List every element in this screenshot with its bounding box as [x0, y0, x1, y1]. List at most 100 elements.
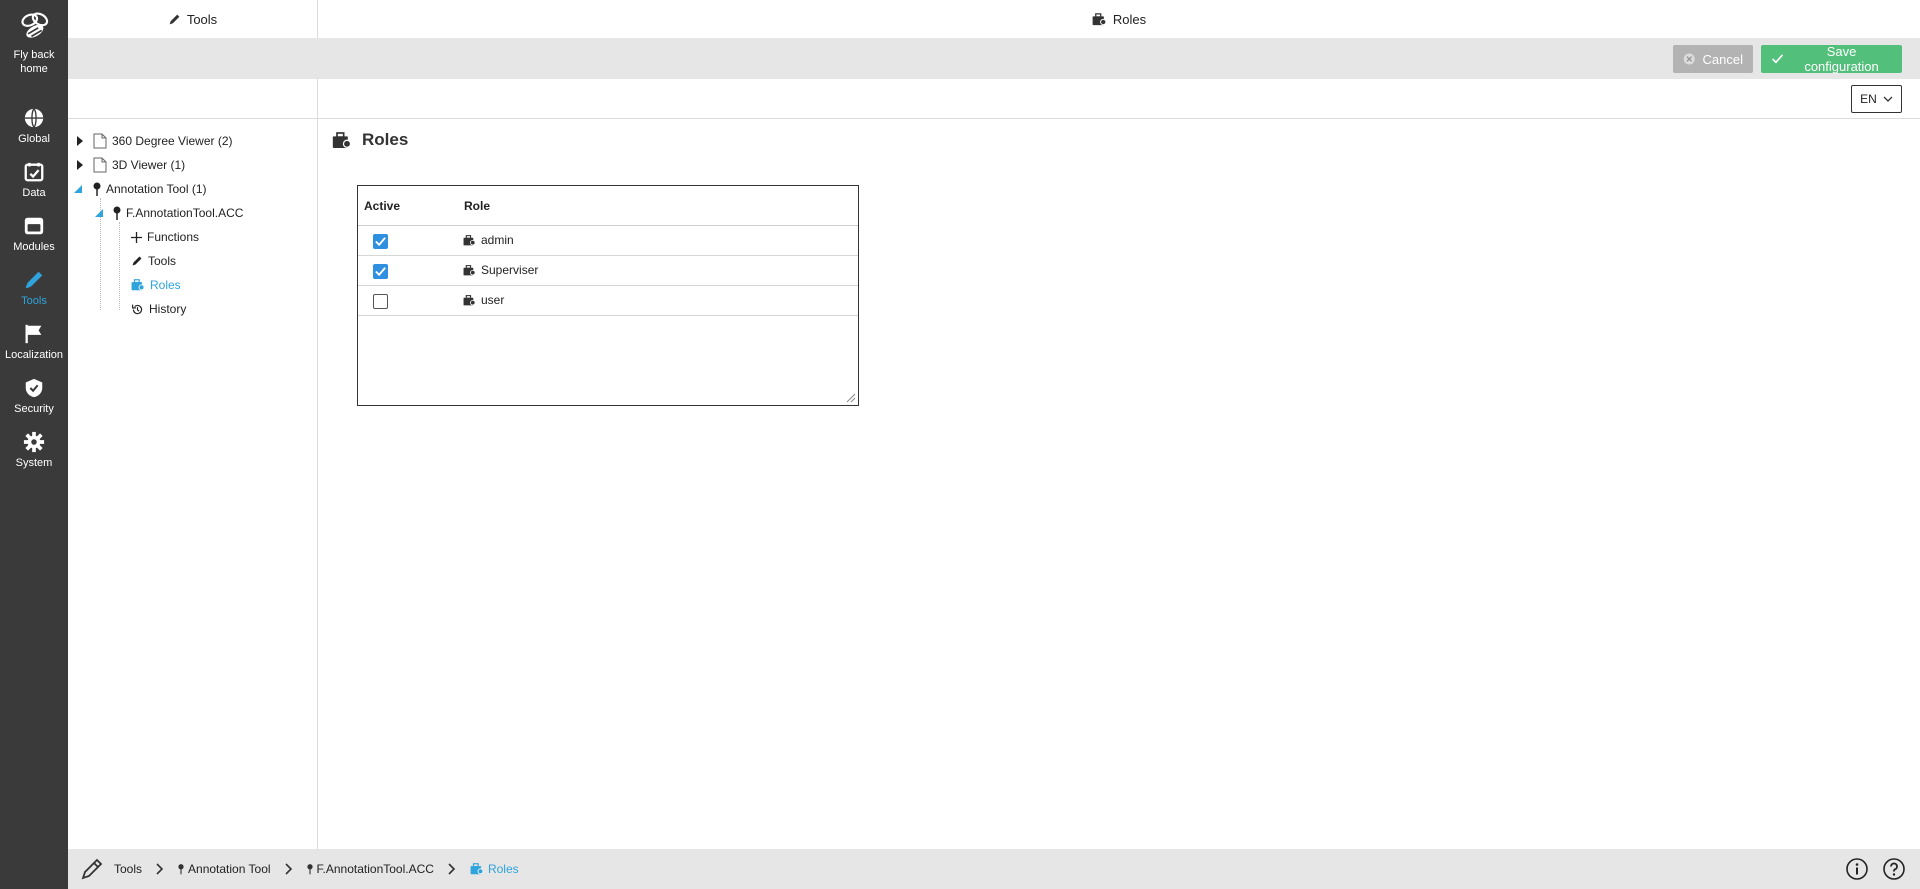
pencil-icon: [81, 858, 103, 880]
nav-item-label: Localization: [4, 349, 64, 361]
tree-item-annotation-tool[interactable]: Annotation Tool (1): [74, 179, 207, 199]
roles-icon: [1092, 12, 1107, 25]
tree-item-f-annotationtool-acc[interactable]: F.AnnotationTool.ACC: [95, 203, 243, 223]
pencil-icon: [169, 14, 180, 24]
pencil-icon: [25, 271, 43, 289]
cancel-button[interactable]: Cancel: [1673, 45, 1753, 73]
roles-icon: [470, 863, 484, 875]
tree-item-label: F.AnnotationTool.ACC: [126, 206, 244, 220]
module-box-icon: [24, 217, 44, 235]
nav-item-label: Modules: [13, 241, 55, 253]
breadcrumb-item-tools[interactable]: Tools: [114, 862, 142, 876]
check-icon: [1772, 54, 1784, 64]
breadcrumb-label: F.AnnotationTool.ACC: [316, 862, 434, 876]
chevron-right-icon: [448, 863, 456, 875]
nav-item-system[interactable]: System: [0, 431, 68, 470]
close-circle-icon: [1683, 53, 1695, 65]
breadcrumb: Tools Annotation Tool F.AnnotationTool.A…: [68, 849, 1920, 889]
pin-icon: [93, 182, 101, 196]
pin-icon: [306, 864, 313, 875]
flag-icon: [25, 324, 42, 344]
pin-icon: [113, 206, 121, 220]
tree-item-3d-viewer[interactable]: 3D Viewer (1): [76, 155, 185, 175]
column-header-role[interactable]: Role: [464, 199, 490, 213]
nav-item-tools[interactable]: Tools: [0, 269, 68, 308]
roles-icon: [463, 264, 476, 275]
nav-item-security[interactable]: Security: [0, 377, 68, 416]
left-panel-title: Tools: [186, 11, 218, 27]
tree-item-functions[interactable]: Functions: [131, 227, 199, 247]
pin-icon: [178, 864, 184, 875]
table-row: Superviser: [358, 256, 858, 286]
language-select[interactable]: EN: [1851, 85, 1902, 113]
nav-item-label: Security: [14, 403, 54, 415]
cancel-label: Cancel: [1702, 51, 1743, 67]
content-subbar: [318, 79, 1920, 119]
nav-item-label: Global: [18, 133, 50, 145]
nav-item-localization[interactable]: Localization: [0, 323, 68, 362]
plus-icon: [131, 231, 142, 243]
column-header-active[interactable]: Active: [364, 199, 400, 213]
nav-item-global[interactable]: Global: [0, 107, 68, 146]
breadcrumb-label: Roles: [487, 862, 519, 876]
caret-expanded-icon[interactable]: [95, 209, 103, 217]
bee-logo-icon: [21, 12, 49, 38]
role-name: admin: [481, 233, 514, 247]
active-checkbox[interactable]: [373, 294, 388, 309]
save-label: Save configuration: [1804, 44, 1879, 74]
active-checkbox[interactable]: [373, 234, 388, 249]
shield-check-icon: [25, 378, 43, 398]
breadcrumb-item-f-annotationtool-acc[interactable]: F.AnnotationTool.ACC: [306, 862, 434, 876]
role-cell: Superviser: [463, 263, 538, 277]
tree-item-label: 3D Viewer (1): [112, 158, 186, 172]
tree-item-label: Annotation Tool (1): [106, 182, 207, 196]
check-icon: [375, 267, 386, 277]
tree-item-history[interactable]: History: [131, 299, 186, 319]
role-cell: user: [463, 293, 504, 307]
action-toolbar: [68, 38, 1920, 79]
nav-item-modules[interactable]: Modules: [0, 215, 68, 254]
role-cell: admin: [463, 233, 514, 247]
roles-icon: [463, 234, 476, 245]
caret-right-icon[interactable]: [76, 160, 84, 170]
nav-home-label: Fly back home: [13, 49, 55, 75]
role-name: Superviser: [481, 263, 539, 277]
roles-icon: [463, 294, 476, 305]
info-icon[interactable]: [1845, 857, 1869, 881]
tree-item-label: 360 Degree Viewer (2): [112, 134, 233, 148]
tree-item-360-degree-viewer[interactable]: 360 Degree Viewer (2): [76, 131, 233, 151]
tree-subbar: [68, 79, 318, 119]
breadcrumb-label: Annotation Tool: [188, 862, 271, 876]
chevron-right-icon: [284, 863, 292, 875]
page-title: Roles: [332, 130, 408, 150]
breadcrumb-item-annotation-tool[interactable]: Annotation Tool: [178, 862, 271, 876]
nav-home[interactable]: Fly back home: [0, 10, 68, 76]
roles-icon: [131, 279, 145, 291]
nav-item-label: Data: [22, 187, 46, 199]
history-icon: [132, 304, 143, 314]
role-name: user: [481, 293, 505, 307]
breadcrumb-item-roles[interactable]: Roles: [470, 862, 519, 876]
left-panel-header: Tools: [68, 0, 318, 38]
nav-item-label: Tools: [21, 295, 47, 307]
page-title-text: Roles: [362, 130, 409, 149]
globe-icon: [24, 108, 44, 128]
active-checkbox[interactable]: [373, 264, 388, 279]
resize-handle-icon[interactable]: [846, 393, 856, 403]
nav-item-label: System: [15, 457, 53, 469]
roles-icon: [332, 131, 352, 148]
help-icon[interactable]: [1882, 857, 1906, 881]
save-configuration-button[interactable]: Save configuration: [1761, 44, 1902, 74]
pencil-icon: [132, 256, 142, 266]
tree-item-label: Tools: [148, 254, 177, 268]
tree-item-tools[interactable]: Tools: [131, 251, 176, 271]
gear-icon: [23, 431, 45, 453]
caret-expanded-icon[interactable]: [74, 185, 82, 193]
tree-item-roles[interactable]: Roles: [131, 275, 181, 295]
tree-item-label: Roles: [150, 278, 181, 292]
nav-item-data[interactable]: Data: [0, 161, 68, 200]
document-icon: [93, 157, 107, 173]
caret-right-icon[interactable]: [76, 136, 84, 146]
document-icon: [93, 133, 107, 149]
calendar-check-icon: [24, 162, 44, 182]
